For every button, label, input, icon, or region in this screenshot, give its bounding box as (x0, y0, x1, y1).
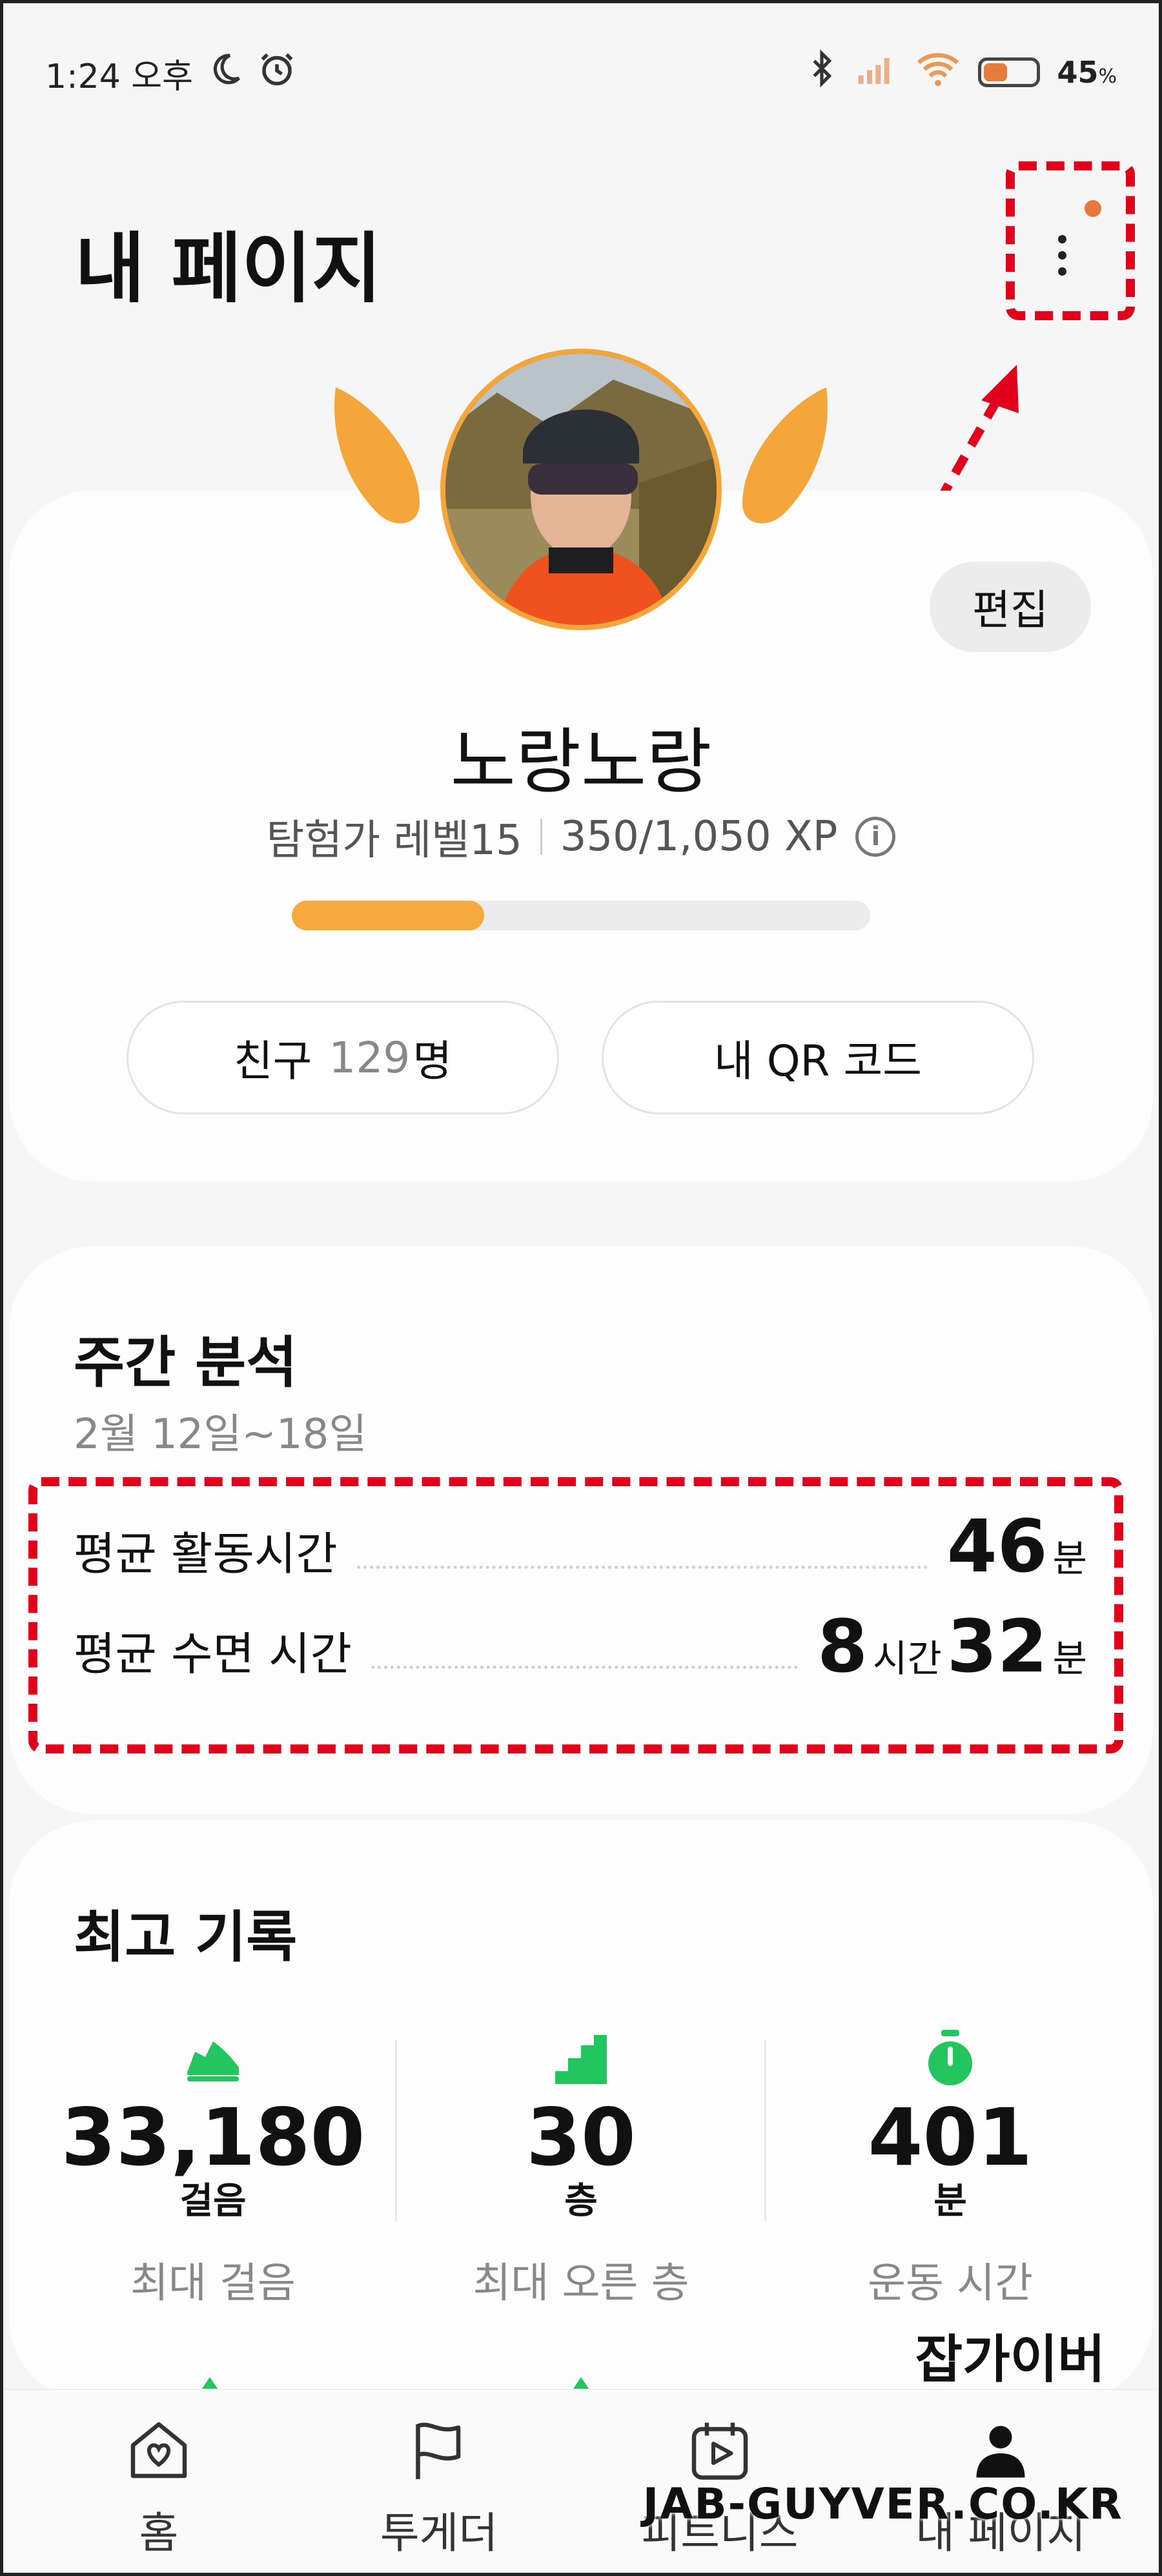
friends-unit: 명 (413, 1036, 453, 1086)
record-unit: 층 (564, 2180, 598, 2222)
nav-label: 홈 (139, 2508, 179, 2558)
record-label: 운동 시간 (868, 2260, 1033, 2307)
avg-activity-value: 46 분 (947, 1511, 1087, 1583)
avg-sleep-row: 평균 수면 시간 8 시간 32 분 (74, 1611, 1087, 1683)
week-range: 2월 12일~18일 (74, 1411, 367, 1458)
record-value: 33,180 (61, 2092, 365, 2183)
avg-sleep-hours: 8 (817, 1605, 868, 1689)
nav-label: 피트니스 (641, 2508, 799, 2558)
left-wing-icon (334, 387, 420, 524)
nav-label: 내 페이지 (915, 2508, 1086, 2558)
battery-icon (978, 57, 1041, 87)
avatar-photo (445, 354, 717, 625)
nav-together[interactable]: 투게더 (323, 2415, 555, 2561)
calendar-play-icon (604, 2415, 836, 2486)
more-vertical-icon (1057, 234, 1066, 243)
xp-text: 350/1,050 XP (560, 813, 838, 861)
bluetooth-icon (804, 49, 840, 96)
level-line: 탐험가 레벨15 350/1,050 XP i (0, 807, 1162, 866)
moon-icon (207, 51, 243, 96)
friends-label: 친구 (233, 1036, 312, 1086)
flag-icon (323, 2415, 555, 2486)
shoe-icon (32, 2027, 394, 2092)
avatar[interactable] (440, 349, 722, 630)
divider (764, 2040, 766, 2221)
nav-home[interactable]: 홈 (43, 2415, 275, 2561)
status-left: 1:24 오후 (45, 49, 296, 97)
avg-sleep-value: 8 시간 32 분 (817, 1611, 1087, 1683)
record-label: 최대 오른 층 (473, 2260, 689, 2307)
more-vertical-icon-dot (1057, 267, 1066, 276)
stairs-icon (400, 2027, 762, 2092)
divider (540, 819, 542, 855)
qr-code-button[interactable]: 내 QR 코드 (602, 1001, 1034, 1114)
record-value: 30 (526, 2092, 636, 2183)
records-title: 최고 기록 (74, 1905, 298, 1970)
record-exercise-time[interactable]: 401 분 운동 시간 (770, 2027, 1131, 2309)
xp-progress-fill (292, 901, 485, 930)
avg-activity-row: 평균 활동시간 46 분 (74, 1511, 1087, 1583)
avg-sleep-minutes: 32 (946, 1605, 1048, 1689)
signal-icon (857, 50, 898, 94)
minutes-unit: 분 (1052, 1637, 1087, 1681)
right-wing-icon (742, 387, 828, 524)
record-unit: 분 (933, 2180, 967, 2222)
page-title: 내 페이지 (75, 224, 382, 313)
more-options-button[interactable] (1033, 213, 1091, 297)
divider (395, 2040, 397, 2221)
home-icon (43, 2415, 275, 2486)
nickname: 노랑노랑 (450, 721, 712, 803)
status-time: 1:24 오후 (45, 57, 193, 96)
dotted-leader (371, 1666, 799, 1669)
wifi-icon (915, 49, 961, 96)
weekly-title: 주간 분석 (74, 1331, 298, 1395)
nav-my-page[interactable]: 내 페이지 (884, 2415, 1117, 2561)
nav-fitness[interactable]: 피트니스 (604, 2415, 836, 2561)
edit-button[interactable]: 편집 (930, 562, 1091, 652)
status-right: 45% (804, 49, 1117, 96)
record-floors[interactable]: 30 층 최대 오른 층 (400, 2027, 762, 2309)
battery-percent: 45% (1057, 55, 1117, 90)
dotted-leader (356, 1566, 928, 1569)
person-icon (884, 2415, 1117, 2486)
avg-activity-minutes: 46 (946, 1505, 1048, 1589)
hours-unit: 시간 (873, 1637, 942, 1681)
record-value: 401 (868, 2092, 1033, 2183)
notification-dot (1085, 200, 1101, 217)
record-label: 최대 걸음 (130, 2260, 296, 2307)
minutes-unit: 분 (1052, 1537, 1087, 1580)
record-steps[interactable]: 33,180 걸음 최대 걸음 (32, 2027, 394, 2309)
nav-label: 투게더 (380, 2508, 498, 2558)
level-text: 탐험가 레벨15 (266, 817, 522, 864)
avg-activity-label: 평균 활동시간 (74, 1528, 338, 1580)
stopwatch-icon (770, 2027, 1131, 2092)
info-icon[interactable]: i (855, 817, 896, 857)
alarm-icon (258, 50, 296, 97)
friends-count: 129 (329, 1032, 411, 1083)
avg-sleep-label: 평균 수면 시간 (74, 1628, 352, 1681)
xp-progress-bar (292, 901, 870, 930)
friends-button[interactable]: 친구 129 명 (127, 1001, 559, 1114)
status-bar: 1:24 오후 45% (0, 0, 1162, 142)
more-vertical-icon-dot (1057, 250, 1066, 260)
